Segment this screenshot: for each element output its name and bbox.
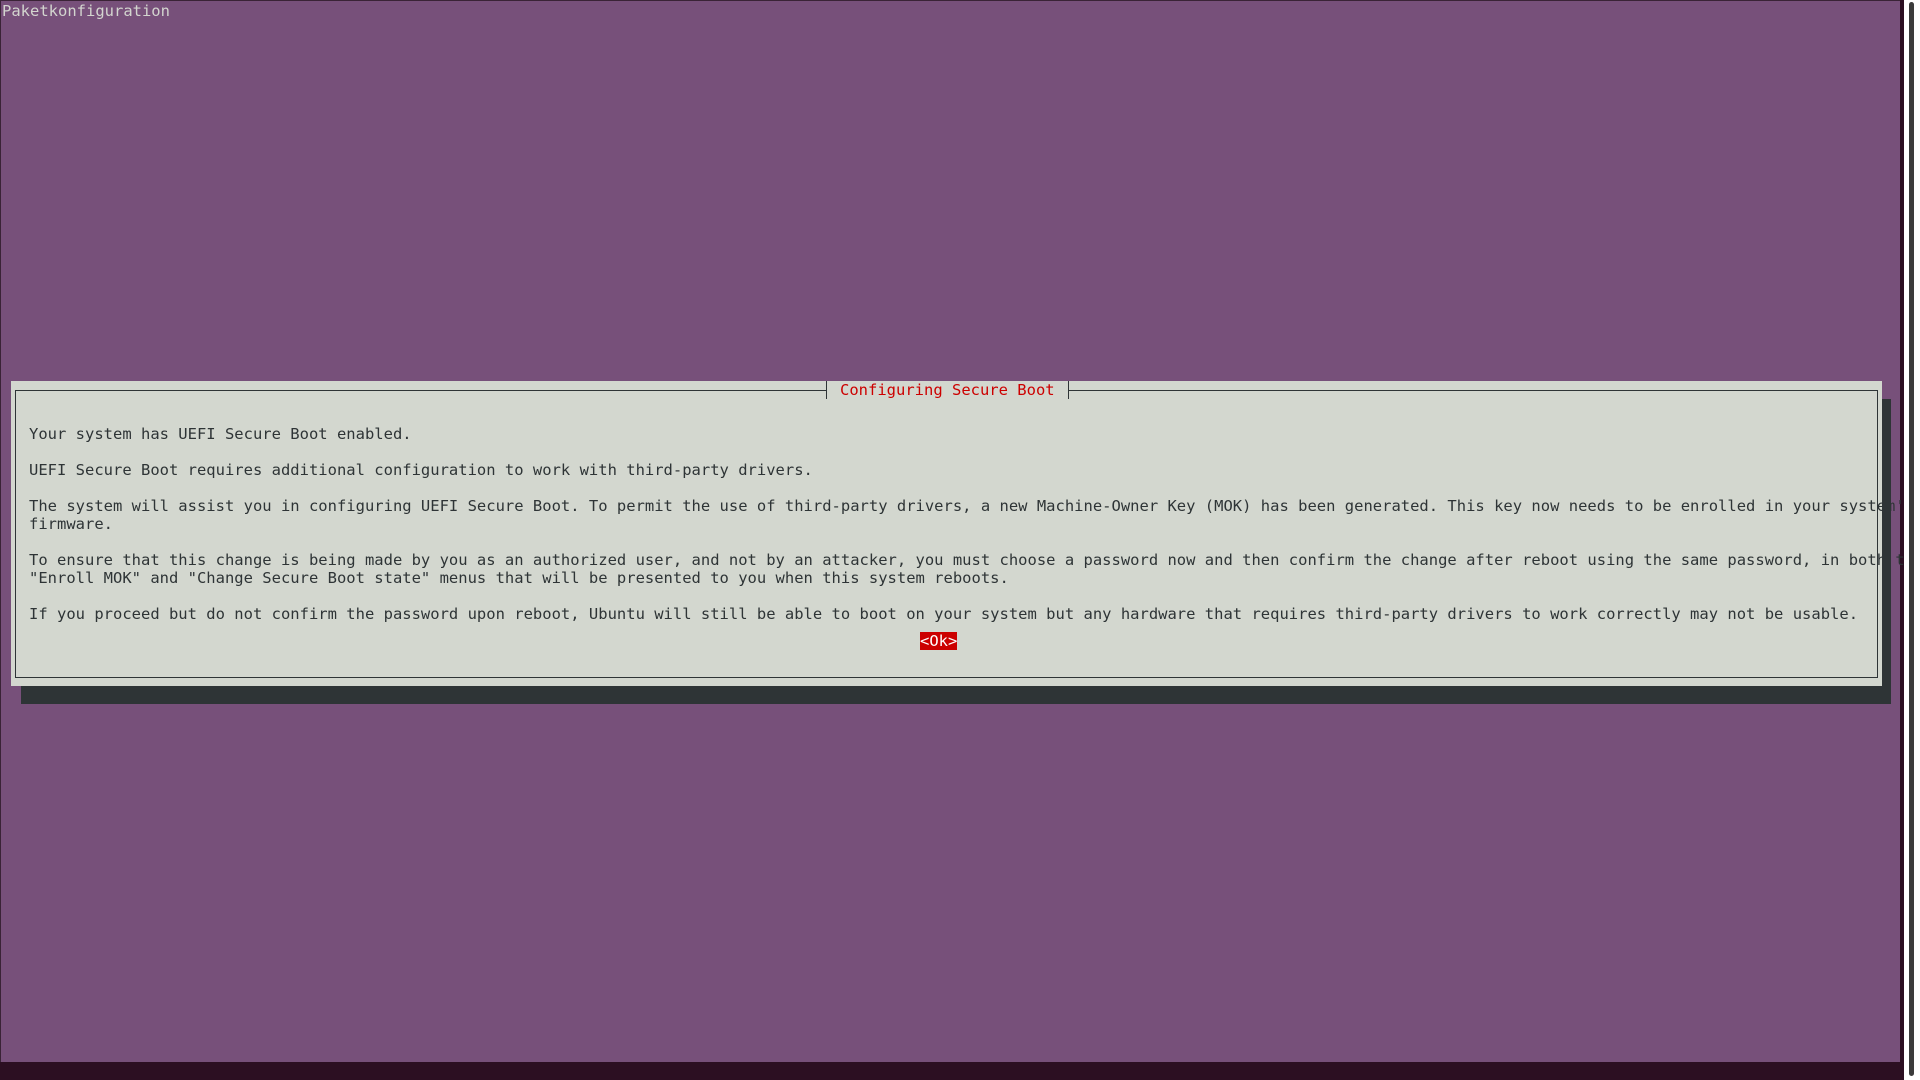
message-line: The system will assist you in configurin…: [29, 497, 1915, 515]
message-line: UEFI Secure Boot requires additional con…: [29, 461, 813, 479]
message-line: firmware.: [29, 515, 113, 533]
secure-boot-dialog: Configuring Secure Boot Your system has …: [11, 381, 1920, 686]
message-line: Your system has UEFI Secure Boot enabled…: [29, 425, 412, 443]
scrollbar-thumb[interactable]: [1909, 2, 1914, 1076]
backtitle: Paketkonfiguration: [2, 2, 170, 20]
message-line: To ensure that this change is being made…: [29, 551, 1920, 569]
ok-button[interactable]: <Ok>: [920, 632, 957, 650]
message-line: If you proceed but do not confirm the pa…: [29, 605, 1859, 623]
message-line: "Enroll MOK" and "Change Secure Boot sta…: [29, 569, 1009, 587]
terminal-window: Paketkonfiguration Configuring Secure Bo…: [0, 0, 1920, 1062]
dialog-title: Configuring Secure Boot: [826, 381, 1069, 399]
